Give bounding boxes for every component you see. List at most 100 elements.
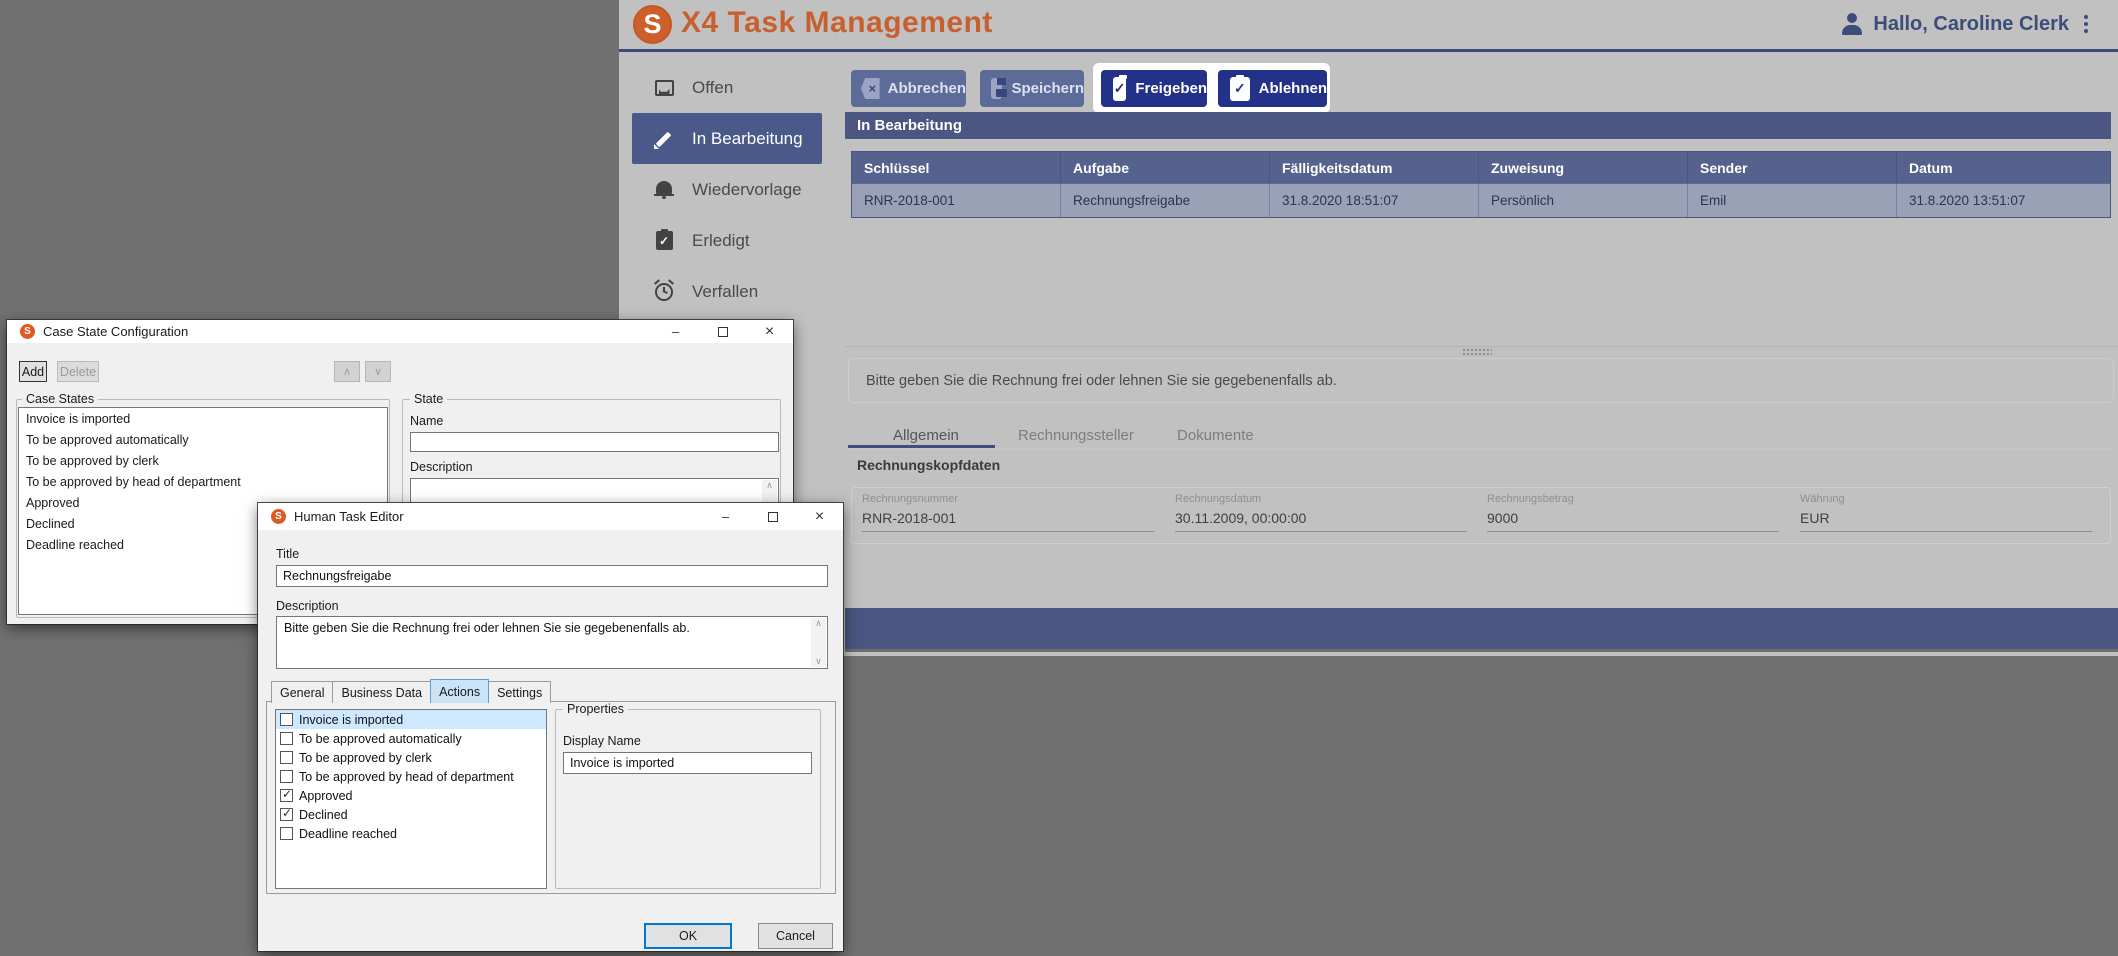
delete-button[interactable]: Delete — [57, 361, 99, 382]
clipboard-check-icon: ✓ — [1230, 77, 1250, 101]
minimize-button[interactable]: – — [652, 320, 699, 343]
tab-rechnungssteller[interactable]: Rechnungssteller — [1018, 427, 1134, 444]
state-group-label: State — [410, 392, 447, 406]
move-down-button[interactable]: ∨ — [365, 361, 391, 382]
pencil-icon — [654, 129, 674, 149]
move-up-button[interactable]: ∧ — [334, 361, 360, 382]
field-value: EUR — [1800, 510, 2092, 526]
action-label: To be approved automatically — [299, 732, 462, 746]
checkbox-icon[interactable] — [280, 732, 293, 745]
task-message-panel: Bitte geben Sie die Rechnung frei oder l… — [848, 358, 2114, 403]
sidebar: Offen In Bearbeitung Wiedervorlage ✓Erledig… — [619, 62, 845, 317]
tab-business-data[interactable]: Business Data — [332, 681, 431, 703]
x4-logo-icon: S — [20, 324, 35, 339]
description-label: Description — [276, 599, 339, 613]
field-value: 9000 — [1487, 510, 1779, 526]
action-row[interactable]: To be approved by head of department — [276, 767, 546, 786]
tabs-baseline — [848, 448, 2114, 449]
invoice-field: Rechnungsbetrag 9000 — [1487, 493, 1779, 532]
tab-actions[interactable]: Actions — [430, 679, 489, 703]
splitter-grip[interactable] — [1462, 348, 1492, 357]
field-label: Rechnungsdatum — [1175, 493, 1467, 505]
list-item[interactable]: To be approved by head of department — [19, 471, 387, 492]
checkbox-checked-icon[interactable] — [280, 808, 293, 821]
sidebar-item-label: Offen — [692, 78, 733, 98]
list-item[interactable]: Invoice is imported — [19, 408, 387, 429]
kebab-menu-icon[interactable] — [2084, 15, 2088, 33]
header-separator — [619, 49, 2118, 52]
scroll-up-icon: ∧ — [766, 480, 773, 491]
description-textarea[interactable]: Bitte geben Sie die Rechnung frei oder l… — [276, 616, 828, 669]
field-label: Rechnungsbetrag — [1487, 493, 1779, 505]
title-input[interactable]: Rechnungsfreigabe — [276, 565, 828, 587]
sidebar-item-label: Wiedervorlage — [692, 180, 802, 200]
action-row[interactable]: Declined — [276, 805, 546, 824]
field-underline — [1175, 531, 1467, 532]
sidebar-item-wiedervorlage[interactable]: Wiedervorlage — [619, 164, 845, 215]
column-header: Aufgabe — [1061, 152, 1270, 183]
maximize-button[interactable] — [749, 503, 796, 530]
name-label: Name — [410, 414, 443, 428]
tab-dokumente[interactable]: Dokumente — [1177, 427, 1254, 444]
display-name-input[interactable]: Invoice is imported — [563, 752, 812, 774]
list-item[interactable]: To be approved by clerk — [19, 450, 387, 471]
sidebar-item-verfallen[interactable]: Verfallen — [619, 266, 845, 317]
user-menu[interactable]: Hallo, Caroline Clerk — [1840, 12, 2088, 36]
field-label: Rechnungsnummer — [862, 493, 1154, 505]
actions-listbox[interactable]: Invoice is imported To be approved automa… — [275, 709, 547, 889]
sidebar-item-offen[interactable]: Offen — [619, 62, 845, 113]
app-title: X4 Task Management — [681, 6, 993, 40]
inbox-icon — [655, 80, 674, 96]
action-label: Declined — [299, 808, 348, 822]
decline-button[interactable]: ✓ Ablehnen — [1218, 70, 1327, 107]
title-label: Title — [276, 547, 299, 561]
clipboard-check-icon: ✓ — [1113, 77, 1126, 101]
alarm-clock-icon — [655, 283, 673, 301]
close-button[interactable]: × — [746, 320, 793, 343]
table-row[interactable]: RNR-2018-001Rechnungsfreigabe31.8.2020 1… — [852, 183, 2110, 217]
table-cell: Emil — [1688, 184, 1897, 217]
action-row[interactable]: Deadline reached — [276, 824, 546, 843]
sidebar-item-erledigt[interactable]: ✓Erledigt — [619, 215, 845, 266]
action-label: To be approved by head of department — [299, 770, 514, 784]
table-cell: 31.8.2020 13:51:07 — [1897, 184, 2110, 217]
close-button[interactable]: × — [796, 503, 843, 530]
bell-icon — [656, 181, 672, 194]
list-item[interactable]: To be approved automatically — [19, 429, 387, 450]
add-button[interactable]: Add — [19, 361, 47, 382]
description-text: Bitte geben Sie die Rechnung frei oder l… — [277, 617, 827, 635]
scrollbar[interactable]: ∧∨ — [811, 618, 826, 667]
editor-tabstrip: GeneralBusiness DataActionsSettings — [271, 679, 550, 703]
name-input[interactable] — [410, 432, 779, 452]
checkbox-icon[interactable] — [280, 751, 293, 764]
human-task-editor-dialog: S Human Task Editor – × Title Rechnungsf… — [258, 503, 843, 951]
approve-button[interactable]: ✓ Freigeben — [1101, 70, 1207, 107]
cancel-button[interactable]: × Abbrechen — [851, 70, 966, 107]
minimize-button[interactable]: – — [702, 503, 749, 530]
dialog-titlebar[interactable]: S Human Task Editor – × — [258, 503, 843, 530]
action-row[interactable]: To be approved by clerk — [276, 748, 546, 767]
invoice-field: WährungEUR — [1800, 493, 2092, 532]
app-header: S X4 Task Management Hallo, Caroline Cle… — [619, 0, 2118, 49]
case-states-group-label: Case States — [22, 392, 98, 406]
maximize-button[interactable] — [699, 320, 746, 343]
checkbox-checked-icon[interactable] — [280, 789, 293, 802]
action-row[interactable]: Approved — [276, 786, 546, 805]
cancel-button[interactable]: Cancel — [758, 923, 833, 949]
tab-settings[interactable]: Settings — [488, 681, 551, 703]
cancel-icon: × — [861, 78, 880, 99]
save-icon — [991, 78, 1002, 99]
checkbox-icon[interactable] — [280, 770, 293, 783]
sidebar-item-in-bearbeitung[interactable]: In Bearbeitung — [632, 113, 822, 164]
action-row[interactable]: Invoice is imported — [276, 710, 546, 729]
tab-general[interactable]: General — [271, 681, 333, 703]
ok-button[interactable]: OK — [644, 923, 732, 949]
table-cell: Rechnungsfreigabe — [1061, 184, 1270, 217]
action-row[interactable]: To be approved automatically — [276, 729, 546, 748]
dialog-titlebar[interactable]: S Case State Configuration – × — [7, 320, 793, 343]
save-button[interactable]: Speichern — [980, 70, 1084, 107]
checkbox-icon[interactable] — [280, 827, 293, 840]
checkbox-icon[interactable] — [280, 713, 293, 726]
tab-allgemein[interactable]: Allgemein — [893, 427, 959, 444]
action-label: Invoice is imported — [299, 713, 403, 727]
